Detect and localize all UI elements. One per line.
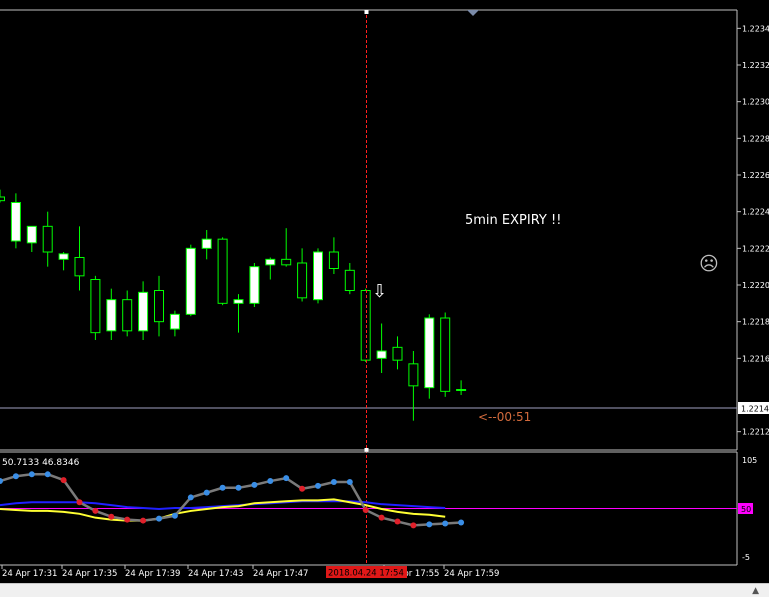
time-tick-label: 24 Apr 17:43 bbox=[188, 569, 243, 579]
sad-face-icon: ☹ bbox=[699, 253, 719, 275]
oscillator-dot bbox=[203, 489, 210, 496]
down-arrow-icon: ⇩ bbox=[372, 281, 387, 302]
candle-body bbox=[201, 238, 212, 249]
candle-body bbox=[122, 299, 133, 332]
indicator-scale-bottom: -5 bbox=[742, 553, 750, 562]
candle-body bbox=[58, 253, 69, 260]
time-tick-label: 24 Apr 17:31 bbox=[2, 569, 57, 579]
price-tick-label: 1.2232 bbox=[742, 61, 769, 70]
time-tick-label: 24 Apr 17:59 bbox=[444, 569, 499, 579]
oscillator-dot bbox=[283, 475, 290, 482]
candle-body bbox=[106, 299, 117, 332]
price-tick-label: 1.2234 bbox=[742, 24, 769, 33]
candle-body bbox=[360, 290, 371, 361]
oscillator-dot bbox=[187, 494, 194, 501]
candle-body bbox=[74, 257, 85, 277]
oscillator-dot bbox=[60, 477, 67, 484]
candle-body bbox=[265, 258, 276, 266]
annotation-text: 5min EXPIRY !! bbox=[465, 213, 561, 228]
price-tick-label: 1.2222 bbox=[742, 244, 769, 253]
candle-body bbox=[154, 290, 164, 323]
oscillator-dot bbox=[219, 484, 226, 491]
level-label: 50 bbox=[741, 505, 751, 514]
crosshair-top-dot bbox=[364, 10, 369, 14]
status-bar: ▲ bbox=[0, 583, 769, 597]
candle-body bbox=[344, 269, 355, 292]
oscillator-dot bbox=[28, 471, 35, 478]
oscillator-dot bbox=[108, 513, 115, 520]
candle-body bbox=[392, 346, 403, 361]
oscillator-dot bbox=[458, 519, 465, 526]
oscillator-dot bbox=[299, 485, 306, 492]
candle-body bbox=[376, 350, 387, 359]
candle-body bbox=[281, 258, 292, 266]
time-tick-label: 24 Apr 17:47 bbox=[253, 569, 308, 579]
crosshair-time-label: 2018.04.24 17:54 bbox=[328, 569, 404, 579]
price-tick-label: 1.2212 bbox=[742, 428, 769, 437]
time-tick-label: 24 Apr 17:35 bbox=[62, 569, 117, 579]
price-tick-label: 1.2220 bbox=[742, 281, 769, 290]
countdown-text: <--00:51 bbox=[478, 410, 531, 424]
oscillator-dot bbox=[315, 482, 321, 489]
oscillator-dot bbox=[378, 514, 385, 521]
candle-body bbox=[90, 279, 101, 334]
oscillator-dot bbox=[267, 478, 274, 485]
chart-window[interactable]: 1.2234 1.2232 1.2230 1.2228 1.2226 1.2224 1.22… bbox=[0, 0, 769, 596]
price-tick-label: 1.2224 bbox=[742, 208, 769, 217]
candle-body bbox=[42, 225, 53, 253]
oscillator-dot bbox=[235, 484, 242, 491]
indicator-scale-top: 105 bbox=[742, 456, 757, 465]
oscillator-dot bbox=[92, 507, 99, 514]
oscillator-dot bbox=[171, 512, 178, 519]
oscillator-dot bbox=[76, 499, 83, 506]
oscillator-dot bbox=[12, 473, 19, 480]
candle-body bbox=[456, 389, 467, 391]
candle-body bbox=[0, 196, 5, 202]
oscillator-dot bbox=[124, 516, 131, 523]
candle-body bbox=[10, 202, 21, 242]
indicator-header-values: 50.7133 46.8346 bbox=[2, 458, 80, 468]
oscillator-dot bbox=[251, 481, 258, 488]
oscillator-dot bbox=[140, 517, 147, 524]
oscillator-dot bbox=[346, 479, 353, 486]
candle-body bbox=[249, 266, 260, 304]
candle-body bbox=[440, 317, 451, 392]
candle-body bbox=[424, 317, 435, 389]
candle-body bbox=[297, 262, 308, 299]
candle-body bbox=[233, 299, 244, 304]
oscillator-dot bbox=[44, 471, 51, 478]
price-tick-label: 1.2218 bbox=[742, 318, 769, 327]
oscillator-dot bbox=[410, 522, 417, 529]
oscillator-dot bbox=[156, 515, 162, 522]
candle-body bbox=[169, 313, 180, 330]
candle-body bbox=[313, 251, 323, 301]
candle-body bbox=[26, 225, 37, 244]
candle-body bbox=[138, 291, 149, 332]
candle-body bbox=[217, 238, 228, 304]
oscillator-dot bbox=[442, 520, 449, 527]
current-price-label: 1.2214 bbox=[741, 405, 769, 414]
price-tick-label: 1.2230 bbox=[742, 98, 769, 107]
candle-body bbox=[185, 247, 196, 315]
oscillator-dot bbox=[330, 479, 337, 486]
resize-grip-icon[interactable]: ▲ bbox=[752, 586, 759, 596]
candle-body bbox=[328, 251, 339, 269]
price-tick-label: 1.2216 bbox=[742, 354, 769, 363]
crosshair-mid-dot bbox=[364, 448, 369, 452]
price-tick-label: 1.2226 bbox=[742, 171, 769, 180]
oscillator-dot bbox=[362, 506, 369, 513]
time-tick-label: 24 Apr 17:39 bbox=[125, 569, 180, 579]
price-tick-label: 1.2228 bbox=[742, 134, 769, 143]
oscillator-dot bbox=[394, 518, 401, 525]
candle-body bbox=[408, 363, 419, 387]
oscillator-dot bbox=[426, 521, 433, 528]
